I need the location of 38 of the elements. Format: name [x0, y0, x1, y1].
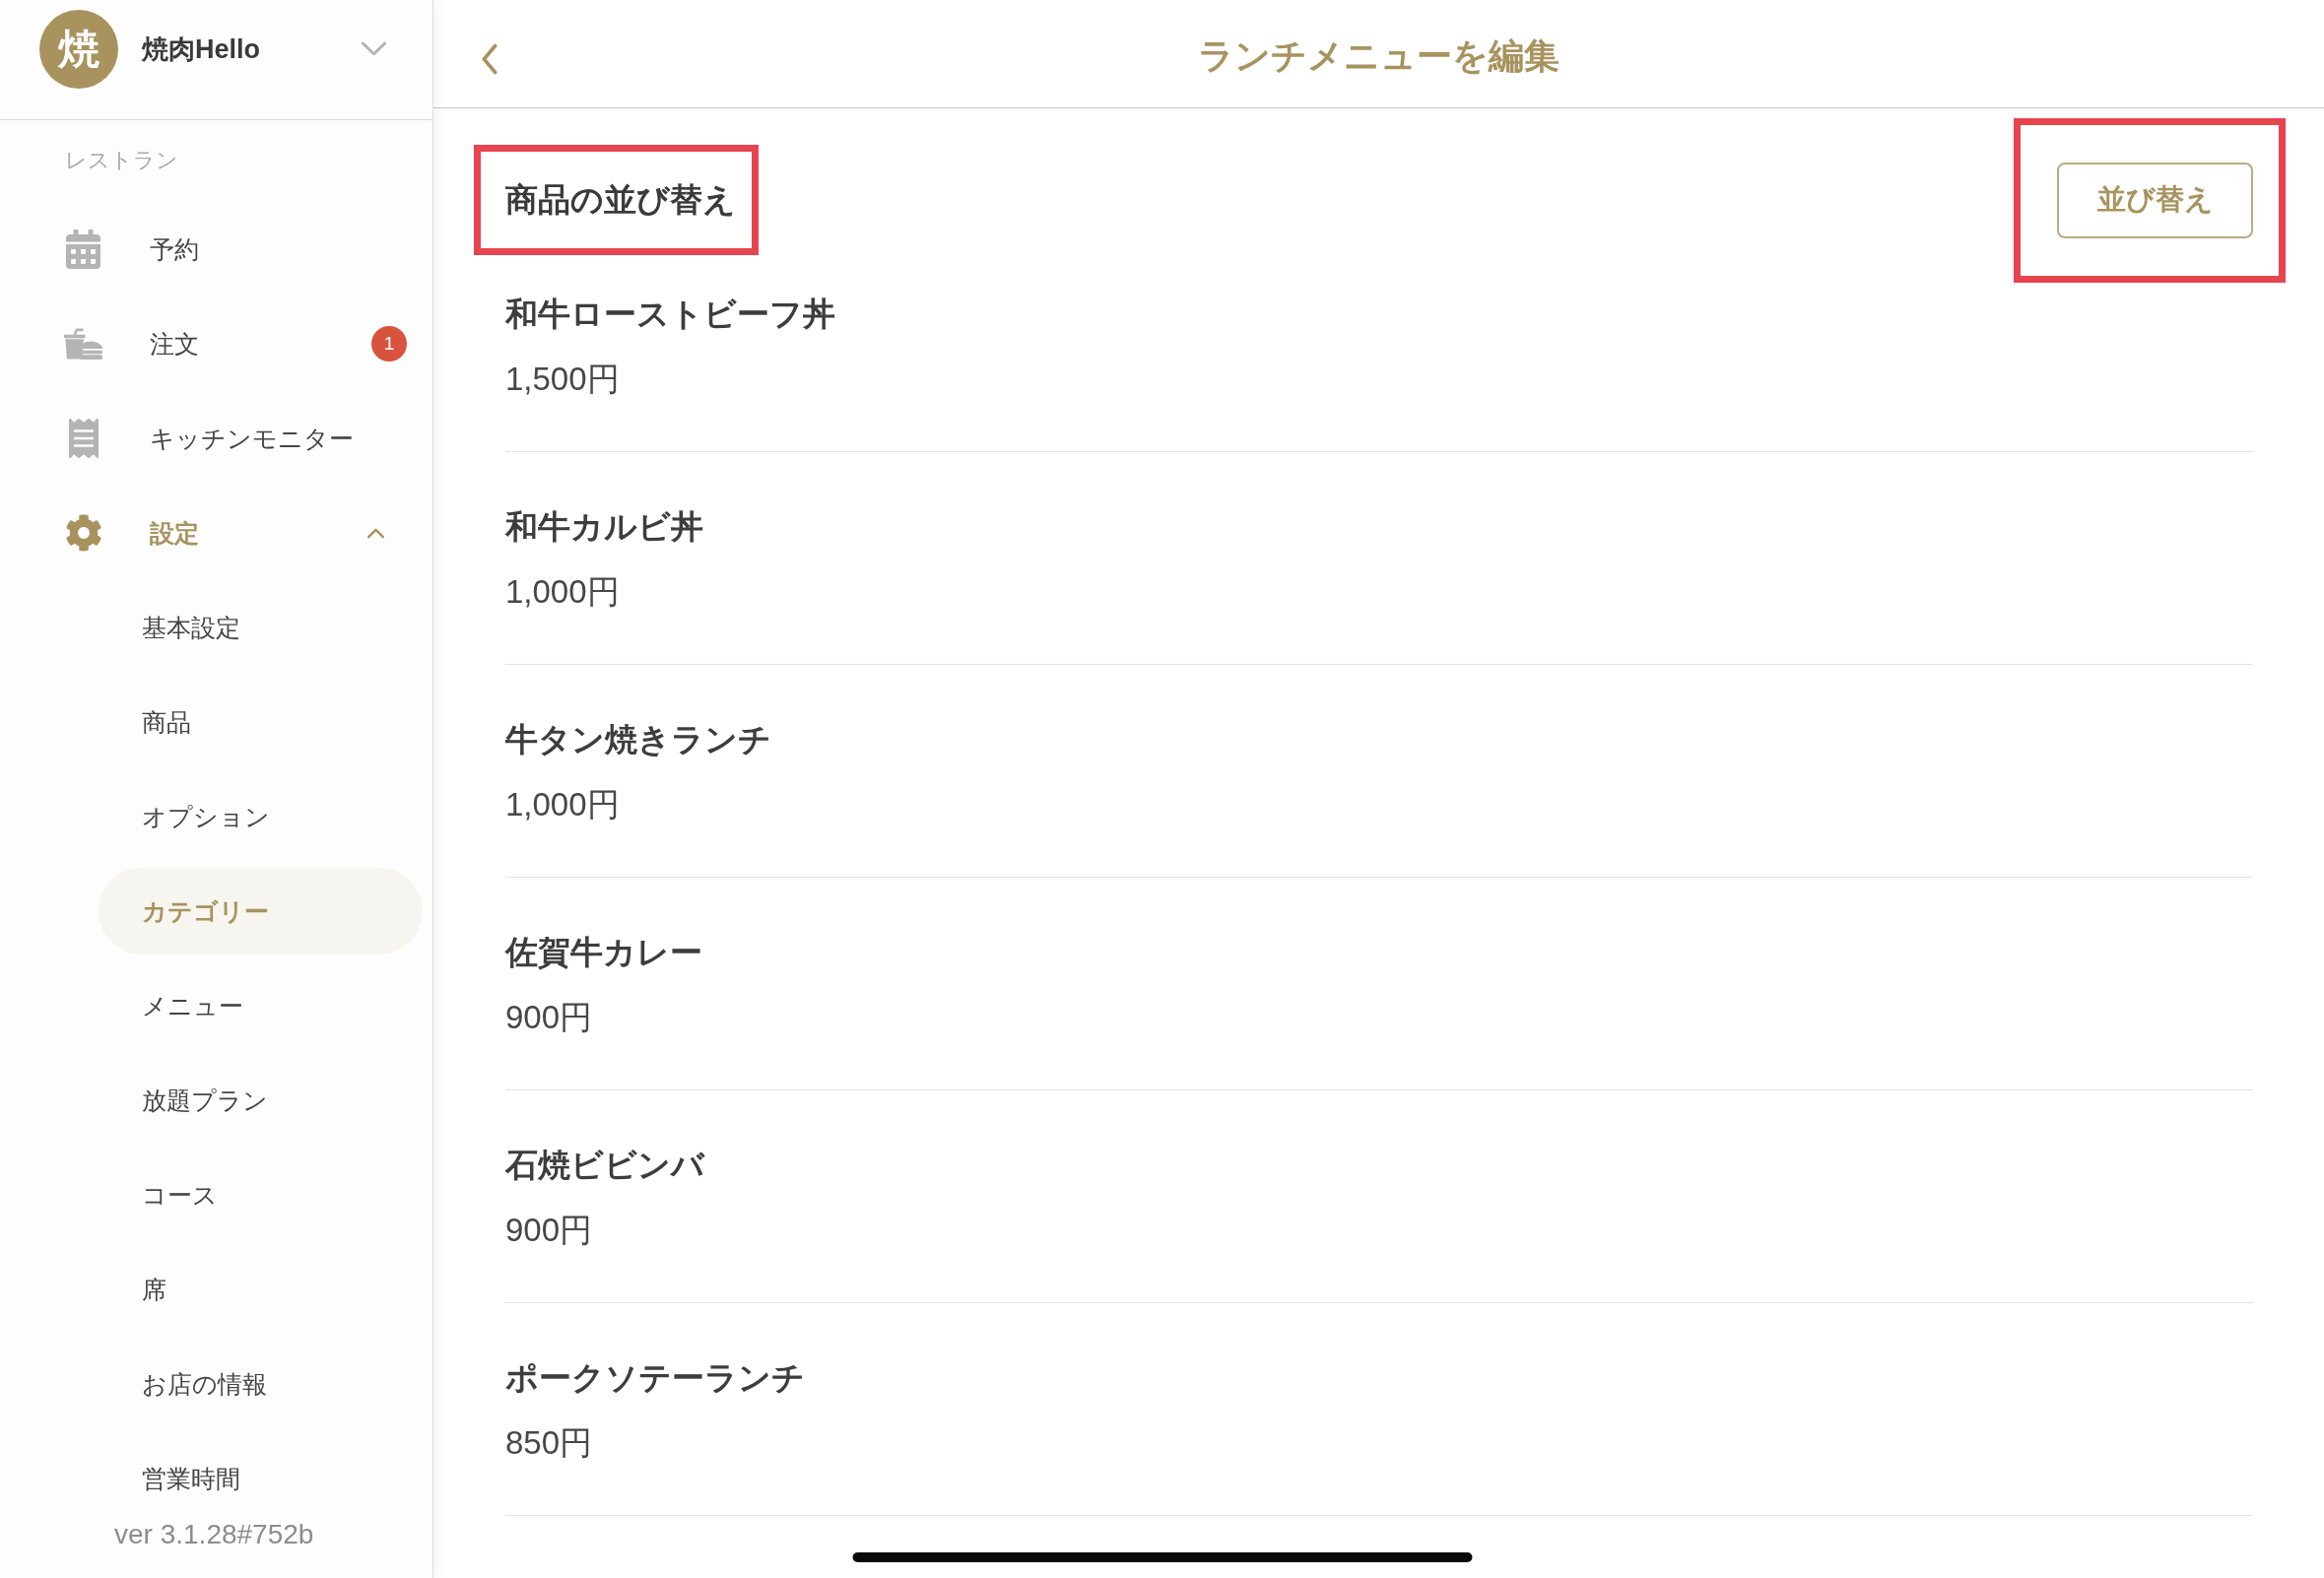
submenu-item[interactable]: メニュー — [99, 962, 423, 1049]
chevron-up-icon[interactable] — [366, 527, 385, 539]
receipt-icon — [68, 419, 99, 458]
page-title: ランチメニューを編集 — [1198, 34, 1560, 78]
version-text: ver 3.1.28#752b — [114, 1523, 314, 1546]
submenu-item[interactable]: お店の情報 — [99, 1341, 423, 1427]
product-price: 900円 — [505, 1211, 593, 1250]
section-title: 商品の並び替え — [505, 179, 736, 220]
store-name: 焼肉Hello — [142, 33, 260, 66]
store-avatar: 焼 — [39, 9, 118, 89]
submenu-item[interactable]: 営業時間 — [99, 1435, 423, 1522]
product-name: 石焼ビビンバ — [505, 1146, 704, 1185]
submenu-item[interactable]: オプション — [99, 773, 423, 860]
sidebar-section-label: レストラン — [65, 147, 178, 174]
product-price: 1,500円 — [505, 360, 620, 399]
submenu-item[interactable]: 席 — [99, 1246, 423, 1333]
product-name: ポークソテーランチ — [505, 1358, 805, 1398]
product-price: 900円 — [505, 998, 593, 1037]
back-chevron-icon[interactable] — [481, 42, 498, 75]
calendar-icon — [66, 230, 100, 269]
product-name: 牛タン焼きランチ — [505, 720, 771, 759]
drink-burger-icon — [64, 327, 102, 361]
product-name: 佐賀牛カレー — [505, 933, 702, 972]
chevron-down-icon[interactable] — [361, 41, 387, 56]
submenu-item[interactable]: 基本設定 — [99, 584, 423, 671]
product-name: 和牛ローストビーフ丼 — [505, 295, 835, 334]
submenu-item[interactable]: 放題プラン — [99, 1057, 423, 1144]
nav-item[interactable]: 注文 1 — [0, 296, 432, 391]
product-price: 850円 — [505, 1423, 593, 1463]
product-price: 1,000円 — [505, 572, 620, 612]
submenu-item[interactable]: 商品 — [99, 679, 423, 765]
product-price: 1,000円 — [505, 785, 620, 824]
submenu-item[interactable]: コース — [99, 1151, 423, 1238]
product-name: 和牛カルビ丼 — [505, 507, 703, 547]
nav-item[interactable]: キッチンモニター — [0, 391, 432, 486]
gear-icon — [64, 514, 102, 552]
nav-item[interactable]: 予約 — [0, 202, 432, 296]
count-badge: 1 — [371, 326, 407, 362]
